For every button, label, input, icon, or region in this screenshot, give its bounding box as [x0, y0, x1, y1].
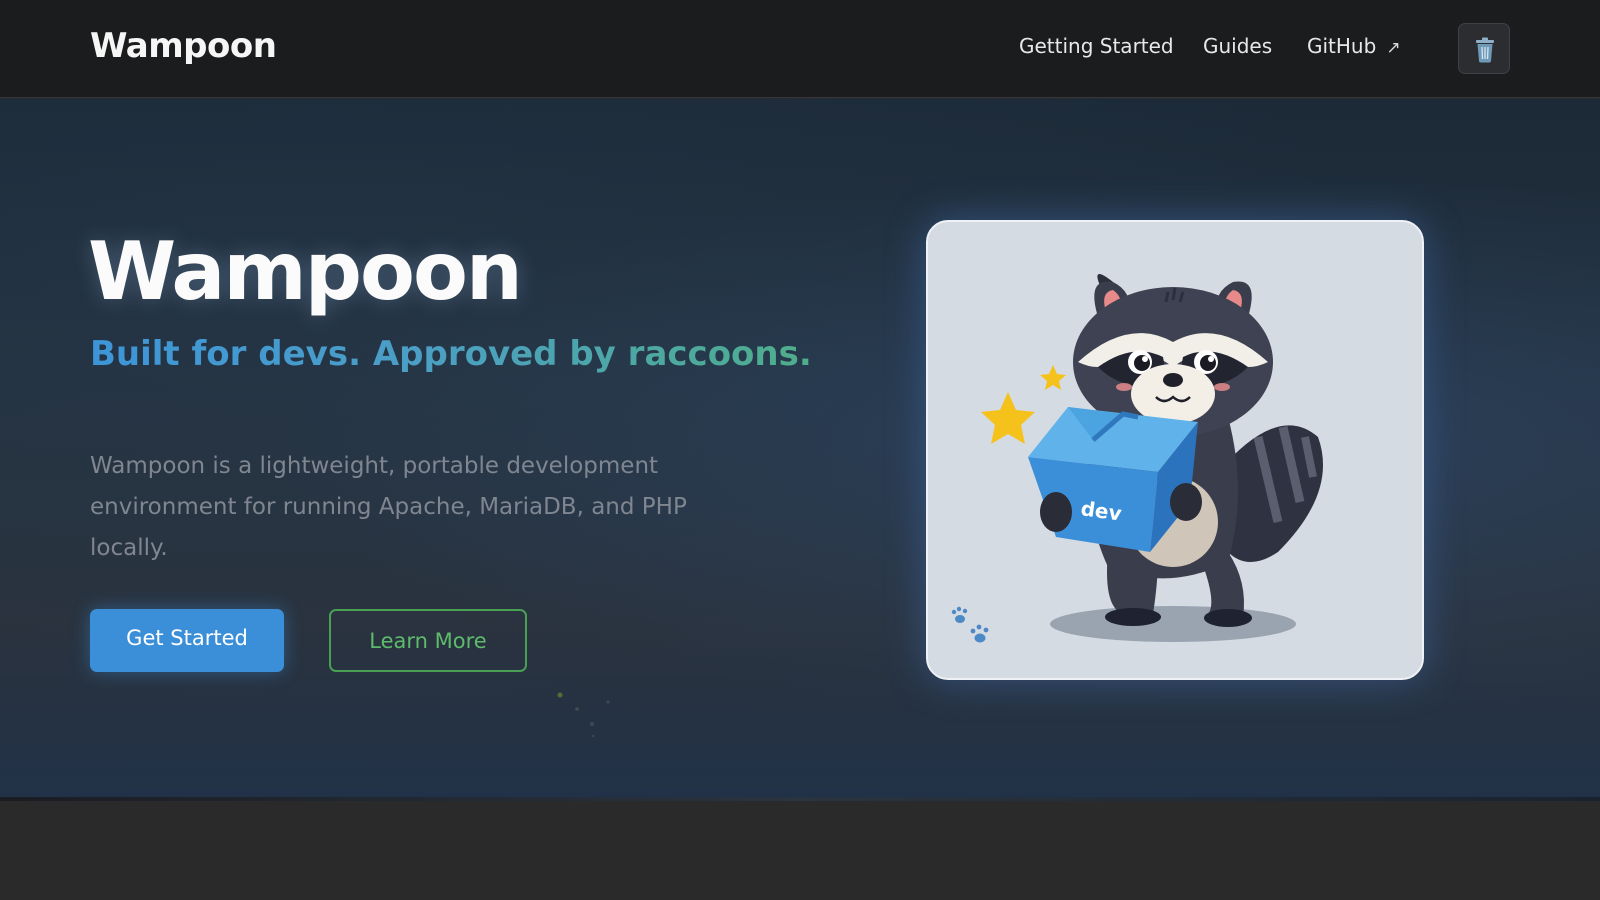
nav-link-guides[interactable]: Guides: [1203, 34, 1272, 62]
raccoon-mascot-illustration: dev: [951, 274, 1323, 643]
nav-link-getting-started[interactable]: Getting Started: [1019, 34, 1174, 62]
hero-tagline: Built for devs. Approved by raccoons.: [90, 334, 812, 374]
hero-description: Wampoon is a lightweight, portable devel…: [90, 453, 687, 561]
site-brand-logo[interactable]: Wampoon: [90, 26, 277, 66]
learn-more-button[interactable]: Learn More: [329, 609, 527, 672]
nav-link-github[interactable]: GitHub ↗: [1307, 34, 1401, 62]
trash-can-icon: [1476, 37, 1494, 63]
hero-title: Wampoon: [88, 225, 523, 318]
top-navigation-bar: Wampoon Getting Started Guides GitHub ↗: [0, 0, 1600, 98]
nav-link-github-label: GitHub: [1307, 34, 1377, 58]
mascot-card: dev: [926, 220, 1424, 680]
sparkle-dots-decoration: [557, 692, 610, 738]
theme-toggle-button[interactable]: [1458, 23, 1510, 74]
get-started-button[interactable]: Get Started: [90, 609, 284, 672]
external-link-icon: ↗: [1386, 38, 1401, 58]
hero-bottom-divider: [0, 797, 1600, 801]
